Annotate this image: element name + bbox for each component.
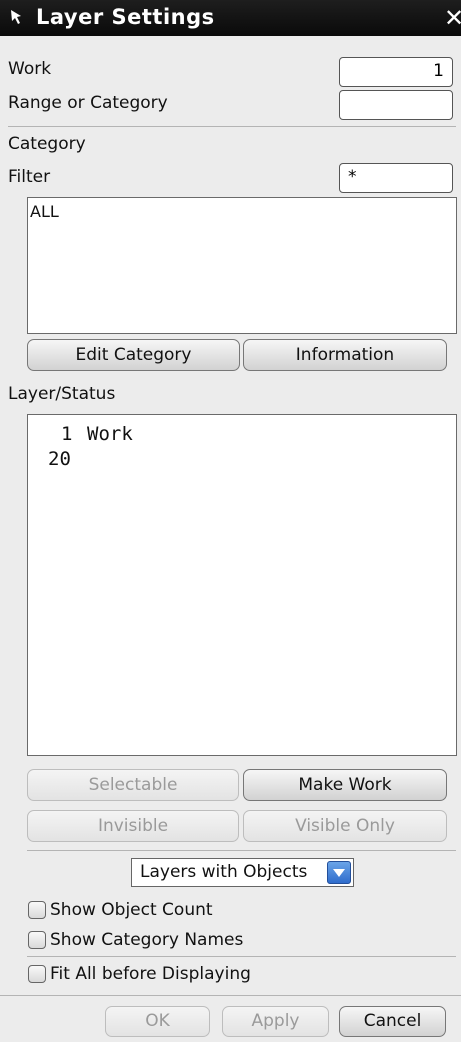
category-filter-input[interactable]: * xyxy=(339,163,453,193)
show-object-count-label: Show Object Count xyxy=(50,900,213,920)
divider xyxy=(27,850,456,851)
ok-button[interactable]: OK xyxy=(105,1006,210,1037)
title-bar[interactable]: Layer Settings ✕ xyxy=(0,0,461,36)
work-label: Work xyxy=(8,59,52,79)
show-category-names-label: Show Category Names xyxy=(50,930,244,950)
range-label: Range or Category xyxy=(8,93,168,113)
show-object-count-checkbox[interactable] xyxy=(28,901,46,919)
fit-all-checkbox[interactable] xyxy=(28,965,46,983)
edit-category-button[interactable]: Edit Category xyxy=(27,339,240,371)
category-section-label: Category xyxy=(8,134,86,154)
divider xyxy=(0,995,461,996)
selectable-button[interactable]: Selectable xyxy=(27,769,239,801)
category-list[interactable]: ALL xyxy=(27,197,457,334)
dialog-title: Layer Settings xyxy=(36,5,215,29)
make-work-button[interactable]: Make Work xyxy=(243,769,447,801)
layer-number: 1 xyxy=(61,423,73,445)
information-button[interactable]: Information xyxy=(243,339,447,371)
layer-number: 20 xyxy=(48,448,71,470)
chevron-down-icon xyxy=(333,869,345,877)
cursor-arrow-icon xyxy=(11,10,21,24)
filter-label: Filter xyxy=(8,167,51,187)
layer-status-label: Layer/Status xyxy=(8,384,116,404)
fit-all-label: Fit All before Displaying xyxy=(50,964,251,984)
show-category-names-checkbox[interactable] xyxy=(28,931,46,949)
range-or-category-input[interactable] xyxy=(339,90,453,120)
visible-only-button[interactable]: Visible Only xyxy=(243,810,447,842)
layer-status: Work xyxy=(87,423,133,445)
close-icon[interactable]: ✕ xyxy=(444,4,461,32)
layer-display-dropdown[interactable]: Layers with Objects xyxy=(131,858,354,887)
dropdown-value: Layers with Objects xyxy=(140,862,308,882)
layer-settings-dialog: Layer Settings ✕ Work 1 Range or Categor… xyxy=(0,0,461,1042)
list-item[interactable]: ALL xyxy=(30,202,59,221)
divider xyxy=(27,956,456,957)
layer-status-list[interactable]: 1 Work 20 xyxy=(27,414,457,756)
cancel-button[interactable]: Cancel xyxy=(339,1006,446,1037)
work-layer-input[interactable]: 1 xyxy=(339,57,453,87)
invisible-button[interactable]: Invisible xyxy=(27,810,239,842)
apply-button[interactable]: Apply xyxy=(222,1006,329,1037)
chevron-down-icon[interactable] xyxy=(327,861,351,884)
divider xyxy=(8,126,456,127)
